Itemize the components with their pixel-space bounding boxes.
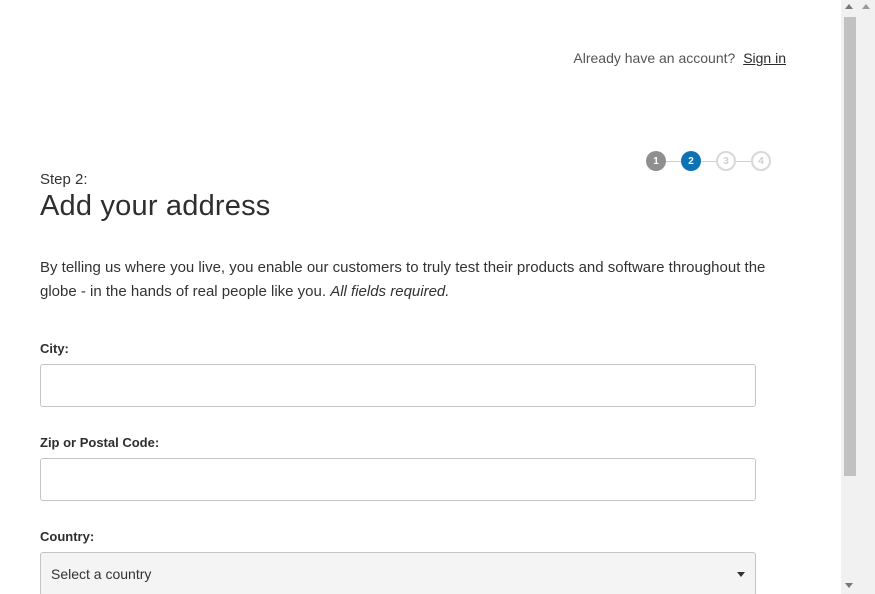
outer-scroll-up-arrow-icon[interactable] [862,4,870,9]
page-viewport: Already have an account? Sign in 1 2 3 4… [0,0,841,594]
city-input[interactable] [40,364,756,407]
intro-text: By telling us where you live, you enable… [40,256,800,304]
signin-row: Already have an account? Sign in [573,50,786,66]
scroll-thumb[interactable] [844,17,856,476]
step-label: Step 2: [40,171,88,188]
signin-link[interactable]: Sign in [743,50,786,66]
required-note: All fields required. [330,283,450,300]
scrollbar-area [841,0,875,594]
step-1-indicator: 1 [646,151,666,171]
scroll-down-arrow-icon[interactable] [845,583,853,588]
step-connector [736,160,751,162]
zip-input[interactable] [40,458,756,501]
progress-stepper: 1 2 3 4 [646,151,771,171]
zip-label: Zip or Postal Code: [40,435,160,450]
country-label: Country: [40,529,95,544]
step-3-indicator: 3 [716,151,736,171]
country-select[interactable]: Select a country [40,552,756,594]
step-connector [701,160,716,162]
step-connector [666,160,681,162]
step-4-indicator: 4 [751,151,771,171]
scroll-up-arrow-icon[interactable] [845,4,853,9]
vertical-scrollbar[interactable] [841,0,858,594]
caret-down-icon [737,572,745,577]
city-label: City: [40,341,69,356]
account-prompt: Already have an account? [573,50,736,66]
country-select-value: Select a country [51,566,152,582]
page-title: Add your address [40,190,271,222]
step-2-indicator: 2 [681,151,701,171]
